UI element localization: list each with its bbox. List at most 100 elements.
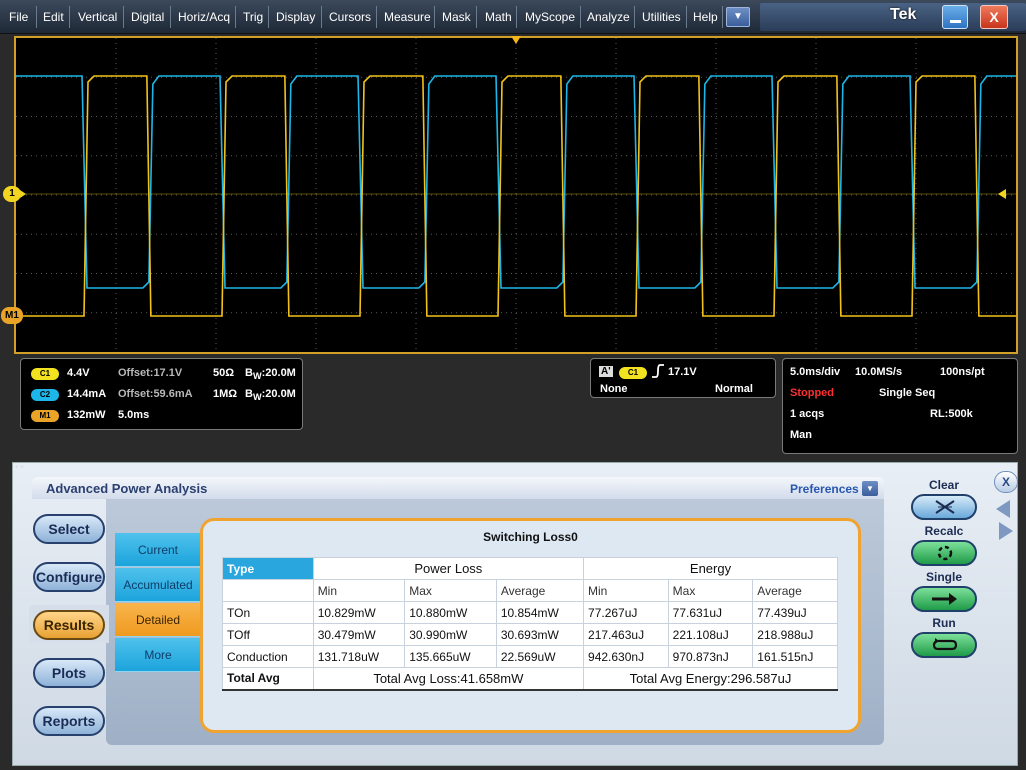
single-button[interactable] <box>911 586 977 612</box>
acquisition-readout[interactable]: 5.0ms/div 10.0MS/s 100ns/pt Stopped Sing… <box>782 358 1018 454</box>
m1-time: 5.0ms <box>118 409 150 421</box>
c2-offset: Offset:59.6mA <box>118 388 193 400</box>
c1-scale: 4.4V <box>67 367 90 379</box>
panel-prev-arrow-icon[interactable] <box>996 500 1010 518</box>
menu-edit[interactable]: Edit <box>40 0 67 34</box>
clear-button[interactable] <box>911 494 977 520</box>
single-label: Single <box>925 570 962 584</box>
menu-measure[interactable]: Measure <box>381 0 434 34</box>
table-cell: 131.718uW <box>312 645 406 668</box>
rising-edge-icon <box>651 364 665 381</box>
menu-digital[interactable]: Digital <box>128 0 167 34</box>
total-avg-loss: Total Avg Loss:41.658mW <box>312 667 585 691</box>
table-cell: 135.665uW <box>404 645 497 668</box>
nav-select-button[interactable]: Select <box>33 514 105 544</box>
tab-detailed[interactable]: Detailed <box>115 603 201 637</box>
row-type: Conduction <box>222 645 314 668</box>
total-row: Total Avg Total Avg Loss:41.658mW Total … <box>222 667 838 691</box>
menu-mask[interactable]: Mask <box>439 0 474 34</box>
trigger-readout[interactable]: A' C1 17.1V None Normal <box>590 358 776 398</box>
column-header: Max <box>404 579 497 602</box>
menu-overflow-button[interactable]: ▼ <box>726 7 750 27</box>
acq-count: 1 acqs <box>790 408 825 420</box>
m1-badge: M1 <box>31 410 59 422</box>
c1-offset: Offset:17.1V <box>118 367 183 379</box>
column-header: Average <box>495 579 585 602</box>
panel-title: Advanced Power Analysis <box>46 481 208 496</box>
trigger-position-marker[interactable] <box>511 36 521 44</box>
table-cell: 30.479mW <box>312 623 406 646</box>
trigger-level: 17.1V <box>668 366 697 378</box>
close-window-button[interactable]: X <box>980 5 1008 29</box>
row-type: TOn <box>222 601 314 624</box>
tab-current[interactable]: Current <box>115 533 201 567</box>
table-cell: 221.108uJ <box>667 623 754 646</box>
column-header: Average <box>752 579 838 602</box>
nav-results-button[interactable]: Results <box>33 610 105 640</box>
panel-close-button[interactable]: X <box>994 471 1018 493</box>
table-row: TOff 30.479mW 30.990mW 30.693mW 217.463u… <box>222 623 838 646</box>
menu-horiz-acq[interactable]: Horiz/Acq <box>175 0 233 34</box>
type-header: Type <box>222 557 314 580</box>
waveform-graticule <box>16 38 1016 352</box>
c1-badge: C1 <box>31 368 59 380</box>
menu-math[interactable]: Math <box>482 0 515 34</box>
clear-label: Clear <box>928 478 960 492</box>
trigger-mode-man: Man <box>790 429 812 441</box>
table-cell: 10.854mW <box>495 601 585 624</box>
waveform-display[interactable] <box>14 36 1018 354</box>
total-avg-energy: Total Avg Energy:296.587uJ <box>583 667 838 691</box>
arrow-right-icon <box>932 593 957 605</box>
recalc-label: Recalc <box>924 524 964 538</box>
table-row: TOn 10.829mW 10.880mW 10.854mW 77.267uJ … <box>222 601 838 624</box>
menu-myscope[interactable]: MyScope <box>522 0 578 34</box>
minimize-button[interactable] <box>942 5 968 29</box>
column-header: Min <box>312 579 406 602</box>
menu-file[interactable]: File <box>6 0 31 34</box>
record-length: RL:500k <box>930 408 973 420</box>
table-cell: 10.829mW <box>312 601 406 624</box>
switching-loss-table: Type Power Loss Energy Min Max Average M… <box>222 557 838 691</box>
run-button[interactable] <box>911 632 977 658</box>
menu-trig[interactable]: Trig <box>240 0 266 34</box>
preferences-dropdown-icon[interactable]: ▼ <box>862 481 878 496</box>
menu-display[interactable]: Display <box>273 0 318 34</box>
sample-rate: 10.0MS/s <box>855 366 903 378</box>
menu-vertical[interactable]: Vertical <box>75 0 120 34</box>
trigger-coupling: None <box>600 383 628 395</box>
trigger-a-label: A' <box>599 366 613 377</box>
m1-reference-marker[interactable]: M1 <box>1 307 23 324</box>
menu-analyze[interactable]: Analyze <box>584 0 633 34</box>
c1-impedance: 50Ω <box>213 367 235 379</box>
nav-plots-button[interactable]: Plots <box>33 658 105 688</box>
panel-next-arrow-icon[interactable] <box>999 522 1013 540</box>
nav-reports-button[interactable]: Reports <box>33 706 105 736</box>
waveform-ch2 <box>16 75 1016 289</box>
table-cell: 30.990mW <box>404 623 497 646</box>
table-cell: 77.267uJ <box>583 601 669 624</box>
nav-configure-button[interactable]: Configure <box>33 562 105 592</box>
table-cell: 218.988uJ <box>752 623 838 646</box>
table-cell: 77.631uJ <box>667 601 754 624</box>
menu-cursors[interactable]: Cursors <box>326 0 374 34</box>
menu-help[interactable]: Help <box>690 0 721 34</box>
c2-bandwidth: BW:20.0M <box>245 388 296 403</box>
table-cell: 217.463uJ <box>583 623 669 646</box>
channel-readout[interactable]: C1 4.4V Offset:17.1V 50Ω BW:20.0M C2 14.… <box>20 358 303 430</box>
trigger-level-marker[interactable] <box>998 189 1006 199</box>
brand-logo: Tek <box>890 6 917 23</box>
c2-impedance: 1MΩ <box>213 388 238 400</box>
c2-badge: C2 <box>31 389 59 401</box>
switching-loss-title: Switching Loss0 <box>483 530 578 544</box>
resize-grip-icon[interactable]: ⁺⁺ <box>14 464 25 475</box>
ch1-reference-marker[interactable]: 1 <box>3 186 26 202</box>
column-header: Min <box>583 579 669 602</box>
tab-more[interactable]: More <box>115 638 201 672</box>
preferences-link[interactable]: Preferences <box>790 482 859 496</box>
recalc-icon <box>937 545 953 561</box>
tab-accumulated[interactable]: Accumulated <box>115 568 201 602</box>
recalc-button[interactable] <box>911 540 977 566</box>
menu-utilities[interactable]: Utilities <box>639 0 684 34</box>
table-cell: 942.630nJ <box>583 645 669 668</box>
time-scale: 5.0ms/div <box>790 366 841 378</box>
